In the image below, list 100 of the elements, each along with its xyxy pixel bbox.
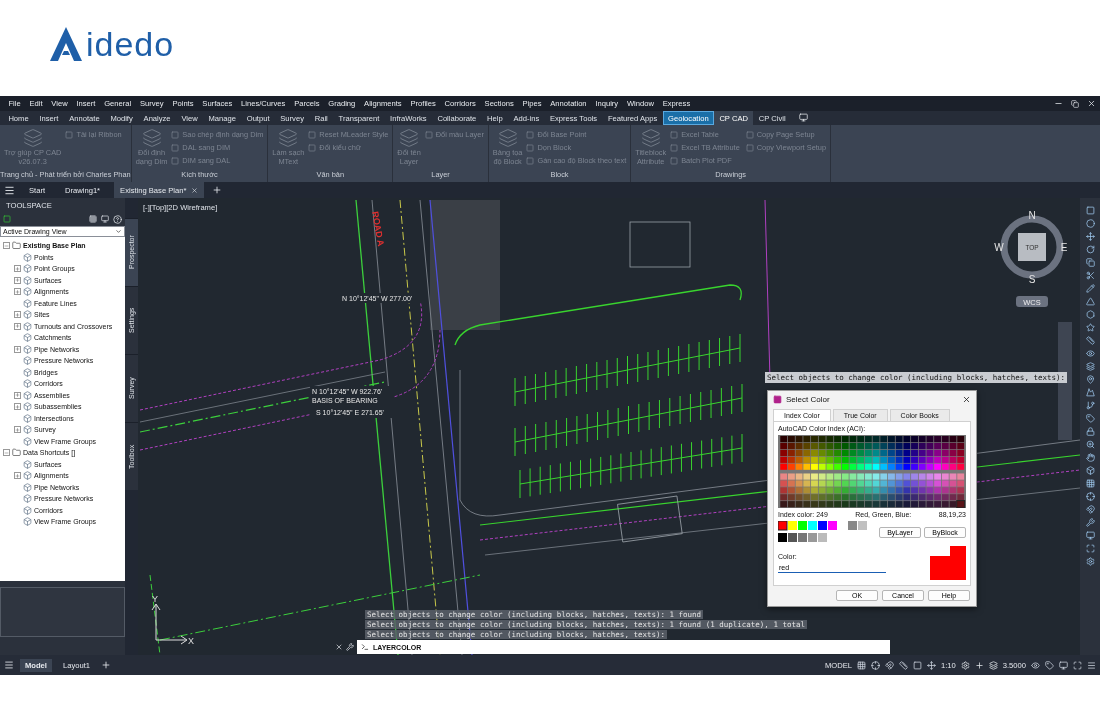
color-palette[interactable] [778,435,966,508]
expand-toggle[interactable] [14,472,21,480]
axis-label: Y [152,594,158,604]
maximize-icon[interactable] [1085,544,1095,553]
cube-icon [23,252,32,262]
terminal-icon [361,643,369,651]
hand-icon[interactable] [1085,453,1095,462]
lock-icon[interactable] [1085,427,1095,436]
square-icon [526,130,535,139]
branch-icon[interactable] [1085,401,1095,410]
square-icon [670,143,679,152]
expand-toggle[interactable] [3,242,10,250]
square-icon [745,130,754,139]
add-icon[interactable] [100,660,111,670]
menu-icon[interactable] [1087,660,1096,670]
cube-icon [23,402,32,412]
maximize-icon[interactable] [1073,660,1082,670]
cube-icon [23,379,32,389]
layers-icon[interactable] [988,660,998,670]
close-icon[interactable] [962,394,971,404]
square-icon [308,143,317,152]
pin-icon[interactable] [1085,375,1095,384]
wrench-icon[interactable] [1085,518,1095,527]
pencil-icon[interactable] [1085,284,1095,293]
cube-icon [23,425,32,435]
triangle-icon[interactable] [1085,297,1095,306]
tag-icon[interactable] [1085,414,1095,423]
cube-icon [23,264,32,274]
expand-toggle[interactable] [14,265,21,273]
cube-icon [23,287,32,297]
circle-icon[interactable] [1085,219,1095,228]
road-label: ROAD A [370,210,386,247]
mountain-icon[interactable] [1085,388,1095,397]
square-icon[interactable] [1085,206,1095,215]
square-icon [745,143,754,152]
logo-icon [48,25,84,63]
expand-toggle[interactable] [14,288,21,296]
monitor-icon[interactable] [1085,531,1095,540]
rotate-icon[interactable] [1085,245,1095,254]
cube-icon [23,356,32,366]
star-icon[interactable] [1085,323,1095,332]
hexagon-icon[interactable] [1085,310,1095,319]
cube-icon [23,367,32,377]
square-icon [308,130,317,139]
cube-icon [23,310,32,320]
ruler-icon[interactable] [1085,336,1095,345]
square-icon[interactable] [913,660,922,670]
cube-icon [23,459,32,469]
cube-icon [23,390,32,400]
magnet-icon[interactable] [1085,505,1095,514]
cube-icon [23,298,32,308]
expand-toggle[interactable] [14,345,21,353]
menu-icon[interactable] [4,184,15,196]
tag-icon[interactable] [1045,660,1054,670]
copy-icon[interactable] [1085,258,1095,267]
cube-icon [23,494,32,504]
expand-toggle[interactable] [14,276,21,284]
settings-icon[interactable] [1085,557,1095,566]
monitor-icon[interactable] [1059,660,1068,670]
expand-toggle[interactable] [14,426,21,434]
close-icon[interactable] [335,643,343,651]
close-icon[interactable] [1087,99,1096,108]
magnet-icon[interactable] [885,660,894,670]
cube-icon[interactable] [1085,466,1095,475]
expand-toggle[interactable] [14,311,21,319]
cube-icon [23,436,32,446]
layers-icon [22,128,43,148]
zoom-icon[interactable] [1085,440,1095,449]
expand-toggle[interactable] [14,403,21,411]
eye-icon[interactable] [1085,349,1095,358]
monitor-icon[interactable] [101,215,109,223]
chevron-down-icon [115,228,122,235]
layers-icon[interactable] [1085,362,1095,371]
expand-toggle[interactable] [3,449,10,457]
square-icon[interactable] [3,215,11,223]
expand-toggle[interactable] [14,391,21,399]
crosshair-icon[interactable] [1085,492,1095,501]
axis-label: X [188,636,194,646]
cube-icon [23,321,32,331]
move-icon[interactable] [927,660,936,670]
square-icon [424,130,433,139]
help-icon[interactable] [113,214,122,224]
cube-icon [23,413,32,423]
close-icon[interactable] [191,186,199,194]
ruler-icon[interactable] [899,660,908,670]
square-icon [526,156,535,165]
restore-icon[interactable] [1071,99,1079,108]
crosshair-icon[interactable] [871,660,880,670]
eye-icon[interactable] [1031,660,1040,670]
add-icon[interactable] [212,185,223,195]
compass-label: S [1028,274,1036,285]
standard-colors[interactable] [778,521,868,543]
add-icon[interactable] [974,660,984,670]
compass-label: N [1028,210,1036,221]
move-icon[interactable] [1085,232,1095,241]
expand-toggle[interactable] [14,322,21,330]
square-icon [171,156,180,165]
layers-icon [141,128,162,148]
scissors-icon[interactable] [1085,271,1095,280]
monitor-icon[interactable] [799,113,808,122]
